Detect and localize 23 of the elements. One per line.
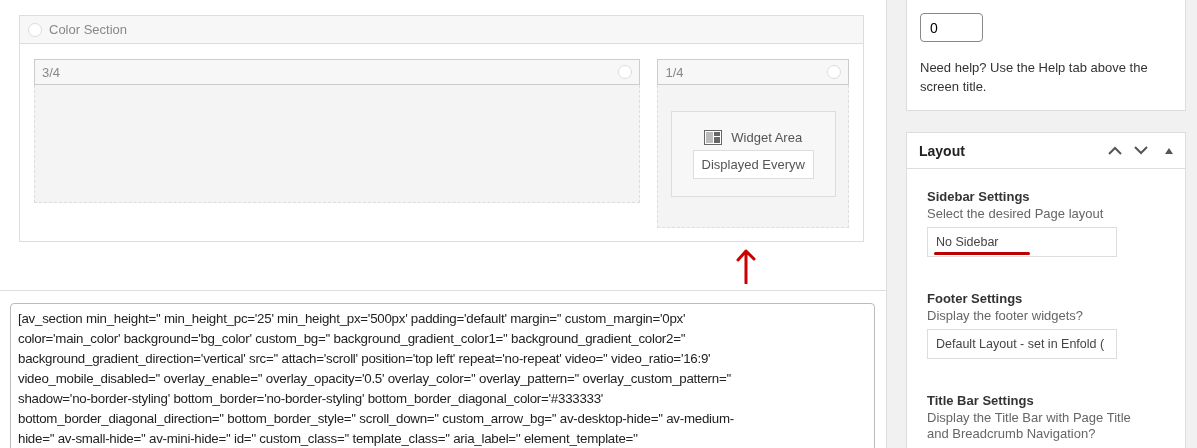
setting-description: Display the Title Bar with Page Title and Breadcrumb Navigation? <box>927 410 1132 442</box>
help-text: Need help? Use the Help tab above the screen title. <box>920 59 1149 96</box>
order-input-field[interactable]: 0 <box>920 13 983 42</box>
setting-title: Footer Settings <box>927 291 1024 306</box>
layout-icon <box>704 130 723 145</box>
section-title: Color Section <box>49 22 128 37</box>
select-dropdown[interactable]: Default Layout - set in Enfold ( <box>927 329 1117 359</box>
collapse-triangle-icon[interactable] <box>1165 147 1173 154</box>
chevron-up-icon[interactable] <box>1108 146 1122 155</box>
column-label: 3/4 <box>42 64 61 80</box>
select-dropdown[interactable]: No Sidebar <box>927 227 1117 257</box>
setting-description: Select the desired Page layout <box>927 206 1105 222</box>
setting-description: Display the footer widgets? <box>927 308 1085 324</box>
hand-drawn-arrow <box>736 248 756 284</box>
setting-title: Title Bar Settings <box>927 393 1035 408</box>
box-title: Layout <box>919 142 965 159</box>
widget-area-card[interactable]: Widget Area Displayed Everyw <box>670 111 836 197</box>
column-label: 1/4 <box>665 64 684 80</box>
widget-title: Widget Area <box>731 130 803 145</box>
shortcode-text-area[interactable]: [av_section min_height='' min_height_pc='25' min_height_px='500px' padding='default' margin='' custom_margin='0px' color='main_color' background='bg_color' custom_bg='' background_gradient_color1='' background_gradient_color2='' background_gradient_direction='vertical' src='' attach='scroll' position='top left' repeat='no-repeat' video='' video_ratio='16:9' video_mobile_disabled='' overlay_enable='' overlay_opacity='0.5' overlay_color='' overlay_pattern='' overlay_custom_pattern='' shadow='no-border-styling' bottom_border='no-border-styling' bottom_border_diagonal_color='#333333' bottom_border_diagonal_direction='' bottom_border_style='' scroll_down='' custom_arrow_bg='' av-desktop-hide='' av-medium- hide='' av-small-hide='' av-mini-hide='' id='' custom_class='' template_class='' aria_label='' element_template='' <box>10 303 875 448</box>
setting-title: Sidebar Settings <box>927 189 1031 204</box>
widget-select[interactable]: Displayed Everyw <box>692 150 814 179</box>
chevron-down-icon[interactable] <box>1134 146 1148 155</box>
